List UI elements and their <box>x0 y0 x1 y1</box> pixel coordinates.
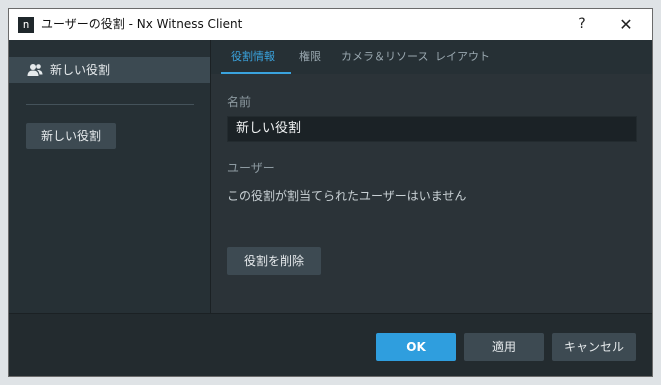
tab-permissions[interactable]: 権限 <box>299 40 321 74</box>
sidebar-item-label: 新しい役割 <box>50 63 111 77</box>
apply-button[interactable]: 適用 <box>464 333 544 361</box>
tab-bar: 役割情報 権限 カメラ＆リソース レイアウト <box>211 40 652 74</box>
window-title: ユーザーの役割 - Nx Witness Client <box>41 17 243 31</box>
sidebar-item-new-role[interactable]: 新しい役割 <box>9 57 210 83</box>
nx-logo-icon: n <box>18 17 34 33</box>
users-icon <box>27 64 43 76</box>
tab-layouts[interactable]: レイアウト <box>435 40 490 74</box>
users-label: ユーザー <box>227 161 275 175</box>
roles-sidebar: 新しい役割 新しい役割 <box>9 40 211 313</box>
role-name-input[interactable]: 新しい役割 <box>227 116 637 142</box>
delete-role-button[interactable]: 役割を削除 <box>227 247 321 275</box>
user-roles-dialog: n ユーザーの役割 - Nx Witness Client ? ✕ 新しい役割 … <box>8 8 653 377</box>
title-bar: n ユーザーの役割 - Nx Witness Client ? ✕ <box>9 9 652 40</box>
name-label: 名前 <box>227 95 252 109</box>
dialog-footer: OK 適用 キャンセル <box>9 313 652 376</box>
new-role-button[interactable]: 新しい役割 <box>26 123 116 149</box>
help-button[interactable]: ? <box>560 9 604 40</box>
active-tab-indicator <box>221 72 291 74</box>
no-users-message: この役割が割当てられたユーザーはいません <box>227 189 467 203</box>
sidebar-divider <box>26 104 194 105</box>
close-button[interactable]: ✕ <box>604 9 648 40</box>
tab-role-info[interactable]: 役割情報 <box>231 40 275 74</box>
ok-button[interactable]: OK <box>376 333 456 361</box>
cancel-button[interactable]: キャンセル <box>552 333 636 361</box>
tab-cameras-resources[interactable]: カメラ＆リソース <box>341 40 428 74</box>
